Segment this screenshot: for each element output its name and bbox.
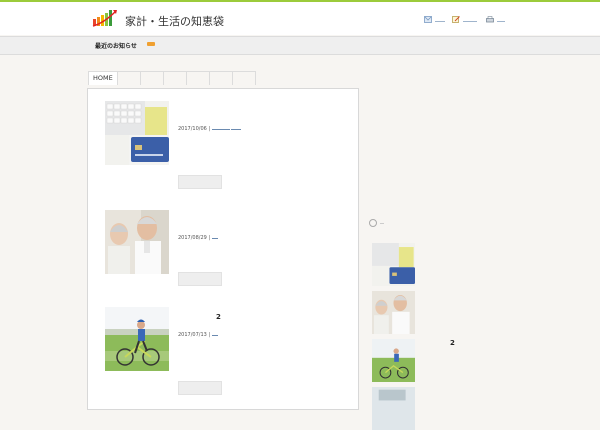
post-category-link[interactable]	[211, 235, 218, 239]
rss-icon[interactable]	[147, 42, 155, 46]
tab-category-3[interactable]	[164, 71, 187, 85]
header-link-edit[interactable]	[452, 16, 477, 23]
header-link-print-text	[497, 21, 505, 22]
tab-home[interactable]: HOME	[88, 71, 118, 85]
header-link-mail[interactable]	[424, 16, 445, 23]
sidebar-thumb-office[interactable]	[372, 387, 415, 430]
post-date-text: 2017/07/13 |	[178, 332, 211, 338]
post-title[interactable]: 2	[216, 313, 221, 321]
news-label[interactable]: 最近のお知らせ	[95, 41, 137, 50]
post-date-text: 2017/10/06 |	[178, 126, 211, 132]
tab-category-2[interactable]	[141, 71, 164, 85]
tab-category-4[interactable]	[187, 71, 210, 85]
read-more-button[interactable]	[178, 175, 222, 189]
post-date: 2017/08/29 |	[178, 235, 218, 241]
bar-chart-logo-icon[interactable]	[92, 7, 118, 31]
elderly-couple-image[interactable]	[105, 210, 169, 274]
header-link-print[interactable]	[486, 16, 505, 23]
mail-icon	[424, 16, 432, 23]
post-date-text: 2017/08/29 |	[178, 235, 211, 241]
sidebar-thumb-child-bicycle[interactable]	[372, 339, 415, 382]
credit-card-keyboard-image[interactable]	[105, 101, 169, 165]
popular-posts-heading	[380, 223, 384, 224]
read-more-button[interactable]	[178, 381, 222, 395]
tab-category-5[interactable]	[210, 71, 233, 85]
header-link-edit-text	[463, 21, 477, 22]
post-date: 2017/07/13 |	[178, 332, 218, 338]
post-category-link-2[interactable]	[231, 126, 242, 130]
post-category-link[interactable]	[211, 126, 230, 130]
edit-icon	[452, 16, 460, 23]
header-link-mail-text	[435, 21, 445, 22]
post-date: 2017/10/06 |	[178, 126, 242, 132]
tab-category-1[interactable]	[118, 71, 141, 85]
popular-posts-icon	[369, 219, 377, 227]
main-content: 2017/10/06 | 2017/08/29 | 2017/07/13 | 2	[87, 88, 359, 410]
sidebar-post-title[interactable]: 2	[450, 339, 455, 347]
post-category-link[interactable]	[211, 332, 218, 336]
news-bar: 最近のお知らせ	[0, 36, 600, 55]
site-title[interactable]: 家計・生活の知恵袋	[125, 13, 224, 29]
print-icon	[486, 16, 494, 23]
child-bicycle-image[interactable]	[105, 307, 169, 371]
sidebar-thumb-elderly-couple[interactable]	[372, 291, 415, 334]
sidebar-thumb-credit-card[interactable]	[372, 243, 415, 286]
site-header: 家計・生活の知恵袋	[0, 2, 600, 35]
tab-category-6[interactable]	[233, 71, 256, 85]
read-more-button[interactable]	[178, 272, 222, 286]
global-nav: HOME	[88, 71, 256, 85]
